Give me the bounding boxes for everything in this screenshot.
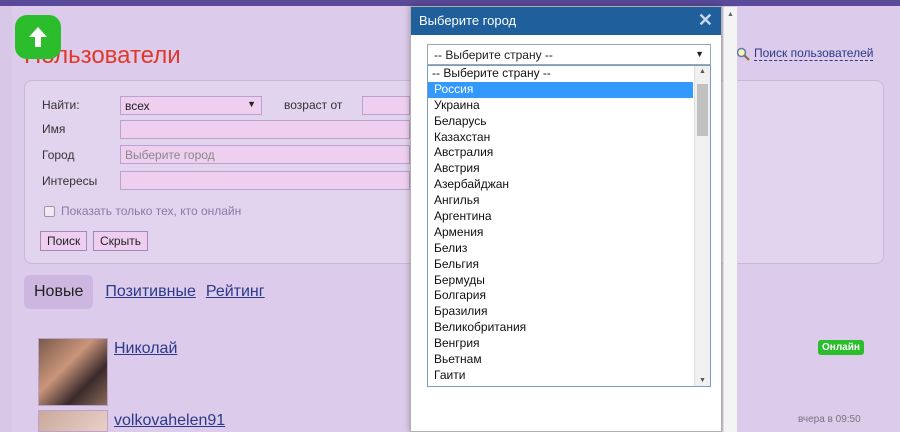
find-select[interactable]: всех ▼ <box>120 96 262 115</box>
country-option[interactable]: Венгрия <box>428 336 693 352</box>
country-option[interactable]: Казахстан <box>428 130 693 146</box>
avatar[interactable] <box>38 410 108 432</box>
scroll-up-arrow-icon[interactable]: ▲ <box>727 11 734 18</box>
scrollbar-thumb[interactable] <box>697 84 708 136</box>
country-option[interactable]: Болгария <box>428 288 693 304</box>
online-only-option[interactable]: Показать только тех, кто онлайн <box>44 204 241 218</box>
name-input[interactable] <box>120 120 410 139</box>
search-button[interactable]: Поиск <box>40 231 88 251</box>
search-users-link[interactable]: Поиск пользователей <box>736 46 874 61</box>
avatar[interactable] <box>38 338 108 406</box>
country-option[interactable]: Бермуды <box>428 273 693 289</box>
country-select[interactable]: -- Выберите страну -- ▼ <box>427 44 711 65</box>
search-users-label: Поиск пользователей <box>754 46 874 61</box>
city-dialog: Выберите город ✕ -- Выберите страну -- ▼… <box>410 6 737 432</box>
last-seen-time: вчера в 09:50 <box>798 414 861 425</box>
country-option[interactable]: Армения <box>428 225 693 241</box>
country-option[interactable]: Бельгия <box>428 257 693 273</box>
find-select-value: всех <box>125 99 150 113</box>
age-from-input[interactable] <box>362 96 410 115</box>
country-options: -- Выберите страну -- Россия Украина Белару… <box>428 66 710 384</box>
city-input[interactable]: Выберите город <box>120 145 410 164</box>
hide-button[interactable]: Скрыть <box>93 231 148 251</box>
status-badge: Онлайн <box>818 340 864 355</box>
country-listbox[interactable]: -- Выберите страну -- Россия Украина Белару… <box>427 65 711 387</box>
country-option[interactable]: Ангилья <box>428 193 693 209</box>
chevron-down-icon: ▼ <box>695 49 704 59</box>
country-option[interactable]: Австралия <box>428 145 693 161</box>
country-option[interactable]: Украина <box>428 98 693 114</box>
country-select-value: -- Выберите страну -- <box>434 48 553 62</box>
age-from-label: возраст от <box>284 98 343 112</box>
user-tabs: Новые Позитивные Рейтинг <box>24 274 265 310</box>
dialog-header: Выберите город ✕ <box>411 7 721 35</box>
country-option[interactable]: Великобритания <box>428 320 693 336</box>
name-label: Имя <box>42 122 66 136</box>
scroll-down-arrow-icon[interactable]: ▼ <box>699 377 706 384</box>
country-option[interactable]: Белиз <box>428 241 693 257</box>
city-placeholder: Выберите город <box>125 148 215 162</box>
scroll-up-arrow-icon[interactable]: ▲ <box>699 68 706 75</box>
close-icon[interactable]: ✕ <box>698 10 713 31</box>
country-option[interactable]: Беларусь <box>428 114 693 130</box>
interests-label: Интересы <box>42 174 98 188</box>
tab-positive[interactable]: Позитивные <box>105 283 196 301</box>
chevron-down-icon: ▼ <box>247 99 256 109</box>
online-only-checkbox[interactable] <box>44 205 55 217</box>
country-option[interactable]: Россия <box>428 81 693 98</box>
scroll-up-button[interactable] <box>15 15 61 59</box>
city-label: Город <box>42 148 75 162</box>
tab-new[interactable]: Новые <box>24 275 94 309</box>
country-option[interactable]: Вьетнам <box>428 352 693 368</box>
user-name-link[interactable]: Николай <box>114 340 177 358</box>
country-option[interactable]: Австрия <box>428 161 693 177</box>
online-only-label: Показать только тех, кто онлайн <box>61 204 242 218</box>
country-option[interactable]: Аргентина <box>428 209 693 225</box>
dialog-scrollbar[interactable]: ▲ <box>723 7 737 432</box>
country-option[interactable]: Гаити <box>428 368 693 384</box>
user-name-link[interactable]: volkovahelen91 <box>114 412 225 430</box>
tab-rating[interactable]: Рейтинг <box>206 283 265 301</box>
country-option[interactable]: Азербайджан <box>428 177 693 193</box>
dialog-title: Выберите город <box>419 13 517 28</box>
find-label: Найти: <box>42 98 80 112</box>
listbox-scrollbar[interactable]: ▲ ▼ <box>694 66 710 386</box>
interests-input[interactable] <box>120 171 410 190</box>
magnifier-icon <box>736 47 750 61</box>
country-option[interactable]: -- Выберите страну -- <box>428 66 693 82</box>
country-option[interactable]: Бразилия <box>428 304 693 320</box>
arrow-up-icon <box>29 27 47 47</box>
